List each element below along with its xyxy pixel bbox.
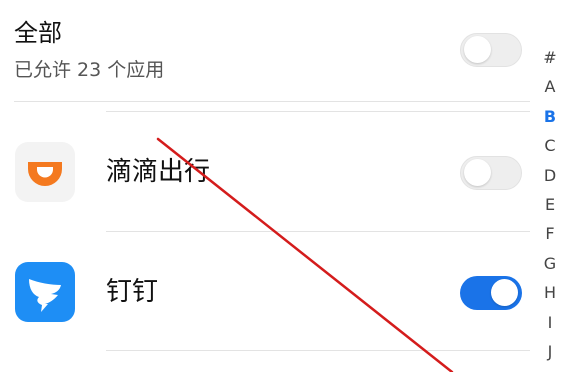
- index-letter-f[interactable]: F: [536, 219, 564, 248]
- all-apps-toggle[interactable]: [460, 33, 522, 67]
- app-name-didi: 滴滴出行: [106, 157, 211, 187]
- all-apps-section: 全部 已允许 23 个应用: [14, 18, 164, 81]
- allowed-apps-count: 已允许 23 个应用: [14, 59, 165, 81]
- toggle-knob: [491, 279, 518, 306]
- row-divider: [106, 111, 530, 112]
- didi-toggle[interactable]: [460, 156, 522, 190]
- dingtalk-toggle[interactable]: [460, 276, 522, 310]
- alphabet-index[interactable]: # A B C D E F G H I J: [536, 43, 564, 366]
- app-name-dingtalk: 钉钉: [106, 277, 159, 307]
- index-letter-d[interactable]: D: [536, 161, 564, 190]
- index-letter-a[interactable]: A: [536, 72, 564, 101]
- toggle-knob: [464, 159, 491, 186]
- row-divider: [106, 350, 530, 351]
- row-divider: [106, 231, 530, 232]
- dingtalk-icon: [15, 262, 75, 322]
- index-letter-hash[interactable]: #: [536, 43, 564, 72]
- index-letter-c[interactable]: C: [536, 131, 564, 160]
- index-letter-j[interactable]: J: [536, 337, 564, 366]
- section-divider: [14, 101, 530, 102]
- all-apps-title: 全部: [14, 19, 62, 47]
- toggle-knob: [464, 36, 491, 63]
- index-letter-b[interactable]: B: [536, 102, 564, 131]
- index-letter-h[interactable]: H: [536, 278, 564, 307]
- didi-icon: [15, 142, 75, 202]
- index-letter-g[interactable]: G: [536, 249, 564, 278]
- index-letter-e[interactable]: E: [536, 190, 564, 219]
- index-letter-i[interactable]: I: [536, 308, 564, 337]
